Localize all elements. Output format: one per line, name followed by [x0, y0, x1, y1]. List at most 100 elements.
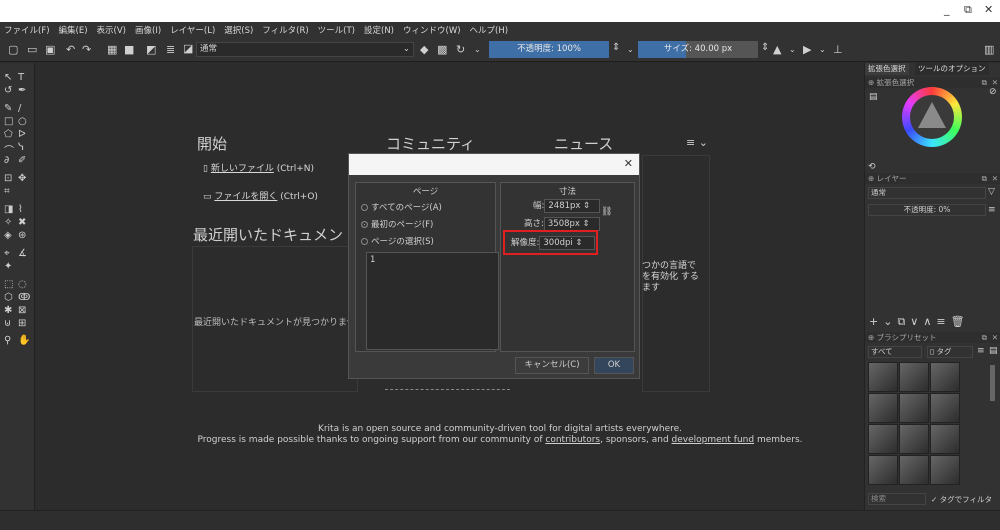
- reload-icon[interactable]: ↻: [456, 43, 465, 56]
- ellipse-tool-icon[interactable]: ○: [18, 116, 27, 127]
- page-list-item[interactable]: 1: [370, 255, 375, 265]
- close-icon[interactable]: ✕: [992, 173, 998, 184]
- brush-preset[interactable]: [930, 455, 960, 485]
- enclose-fill-icon[interactable]: ⊛: [18, 230, 26, 241]
- properties-icon[interactable]: ≡: [936, 315, 950, 328]
- brush-preset[interactable]: [899, 362, 929, 392]
- smart-patch-icon[interactable]: ✧: [4, 217, 12, 228]
- width-field[interactable]: 2481px ⇕: [544, 199, 601, 213]
- tab-tool-options[interactable]: ツールのオプション: [915, 63, 989, 75]
- brush-preset[interactable]: [899, 424, 929, 454]
- pan-tool-icon[interactable]: ✋: [18, 335, 30, 346]
- reference-tool-icon[interactable]: ✦: [4, 261, 12, 272]
- menu-view[interactable]: 表示(V): [97, 24, 126, 36]
- multibrush-icon[interactable]: ✐: [18, 155, 26, 166]
- height-spinbox[interactable]: 高さ: 3508px ⇕: [524, 217, 600, 231]
- gradient-icon[interactable]: ■: [124, 43, 134, 56]
- close-icon[interactable]: ✕: [992, 332, 998, 343]
- mirror-vertical-icon[interactable]: ▶: [803, 43, 811, 56]
- close-icon[interactable]: ✕: [624, 157, 633, 170]
- opacity-spin-icon[interactable]: ⇕: [612, 42, 620, 53]
- panel-layout-icon[interactable]: ▥: [984, 43, 994, 56]
- contributors-link[interactable]: contributors: [545, 435, 600, 445]
- fill-tool-icon[interactable]: ◈: [4, 230, 12, 241]
- radio-select-pages[interactable]: ページの選択(S): [361, 235, 434, 247]
- brush-preset[interactable]: [868, 362, 898, 392]
- ok-button[interactable]: OK: [594, 357, 634, 374]
- new-file-label[interactable]: 新しいファイル: [211, 164, 274, 174]
- open-folder-icon[interactable]: ▭: [27, 43, 37, 56]
- filter-icon[interactable]: ▽: [988, 187, 995, 197]
- float-icon[interactable]: ⧉: [982, 173, 987, 184]
- transform-tool-icon[interactable]: ⊡: [4, 173, 12, 184]
- similar-select-icon[interactable]: ⊠: [18, 305, 26, 316]
- redo-icon[interactable]: ↷: [82, 43, 91, 56]
- move-up-icon[interactable]: ∧: [923, 315, 936, 328]
- move-down-icon[interactable]: ∨: [910, 315, 923, 328]
- menu-layer[interactable]: レイヤー(L): [170, 24, 215, 36]
- polyline-tool-icon[interactable]: ᐅ: [18, 129, 26, 140]
- magnetic-select-icon[interactable]: ⊞: [18, 318, 26, 329]
- brush-settings-icon[interactable]: ≣: [166, 43, 175, 56]
- float-icon[interactable]: ⧉: [982, 332, 987, 343]
- layer-menu-icon[interactable]: ≡: [988, 205, 996, 215]
- presets-scrollbar[interactable]: [990, 365, 995, 401]
- polygon-select-icon[interactable]: ⬡: [4, 292, 13, 303]
- freehand-select-icon[interactable]: ↂ: [18, 292, 30, 303]
- chevron-down-icon[interactable]: ⌄: [883, 315, 897, 328]
- no-icon[interactable]: ⊘: [989, 87, 997, 97]
- brush-preset[interactable]: [899, 393, 929, 423]
- brush-preset[interactable]: [930, 424, 960, 454]
- size-slider[interactable]: サイズ: 40.00 px: [638, 41, 758, 58]
- calligraphy-icon[interactable]: ✒: [18, 85, 26, 96]
- open-file-link[interactable]: ▭ ファイルを開く (Ctrl+O): [203, 189, 318, 202]
- zoom-tool-icon[interactable]: ⚲: [4, 335, 11, 346]
- alpha-lock-icon[interactable]: ▩: [437, 43, 447, 56]
- chevron-down-icon[interactable]: ⌄: [789, 45, 796, 54]
- ellipse-select-icon[interactable]: ◌: [18, 279, 27, 290]
- delete-icon[interactable]: 🗑: [951, 315, 970, 328]
- tag-list-icon[interactable]: ≡: [977, 346, 985, 356]
- layer-opacity-slider[interactable]: 不透明度: 0%: [868, 204, 986, 216]
- news-menu-icon[interactable]: ≡ ⌄: [686, 136, 708, 149]
- new-file-link[interactable]: ▯ 新しいファイル (Ctrl+N): [203, 161, 314, 174]
- height-field[interactable]: 3508px ⇕: [543, 217, 600, 231]
- close-window-button[interactable]: ✕: [984, 3, 993, 16]
- text-tool-icon[interactable]: T: [18, 72, 24, 83]
- rect-select-icon[interactable]: ⬚: [4, 279, 13, 290]
- rectangle-tool-icon[interactable]: □: [4, 116, 13, 127]
- menu-filter[interactable]: フィルタ(R): [262, 24, 308, 36]
- contiguous-select-icon[interactable]: ✱: [4, 305, 12, 316]
- presets-filter-select[interactable]: すべて: [868, 346, 922, 358]
- refresh-icon[interactable]: ⟲: [868, 162, 876, 172]
- cancel-button[interactable]: キャンセル(C): [515, 357, 589, 374]
- menu-select[interactable]: 選択(S): [224, 24, 253, 36]
- filter-by-tag-checkbox[interactable]: ✓ タグでフィルタ: [931, 494, 992, 505]
- duplicate-icon[interactable]: ⧉: [897, 315, 910, 328]
- brush-preset-icon[interactable]: ◪: [183, 42, 193, 55]
- width-spinbox[interactable]: 幅: 2481px ⇕: [533, 199, 601, 213]
- brush-preset[interactable]: [868, 424, 898, 454]
- gradient-tool-icon[interactable]: ◨: [4, 204, 13, 215]
- freehand-path-icon[interactable]: ᓭ: [18, 142, 24, 153]
- restore-button[interactable]: ⧉: [964, 3, 972, 17]
- menu-image[interactable]: 画像(I): [135, 24, 161, 36]
- save-icon[interactable]: ▣: [45, 43, 55, 56]
- minimize-button[interactable]: _: [944, 3, 950, 16]
- size-spin-icon[interactable]: ⇕: [761, 42, 769, 53]
- fill-pattern-icon[interactable]: ▦: [107, 43, 117, 56]
- layer-blend-select[interactable]: 通常: [868, 187, 986, 199]
- undo-icon[interactable]: ↶: [66, 43, 75, 56]
- presets-search-input[interactable]: 検索: [868, 493, 926, 505]
- menu-edit[interactable]: 編集(E): [59, 24, 88, 36]
- measure-tool-icon[interactable]: ⌖: [4, 248, 10, 259]
- assistant-tool-icon[interactable]: ✖: [18, 217, 26, 228]
- menu-file[interactable]: ファイル(F): [4, 24, 50, 36]
- menu-settings[interactable]: 設定(N): [364, 24, 394, 36]
- brush-preset[interactable]: [899, 455, 929, 485]
- chevron-down-icon[interactable]: ⌄: [819, 45, 826, 54]
- line-tool-icon[interactable]: /: [18, 103, 21, 114]
- polygon-tool-icon[interactable]: ⬠: [4, 129, 13, 140]
- move-tool-icon[interactable]: ✥: [18, 173, 26, 184]
- menu-window[interactable]: ウィンドウ(W): [403, 24, 461, 36]
